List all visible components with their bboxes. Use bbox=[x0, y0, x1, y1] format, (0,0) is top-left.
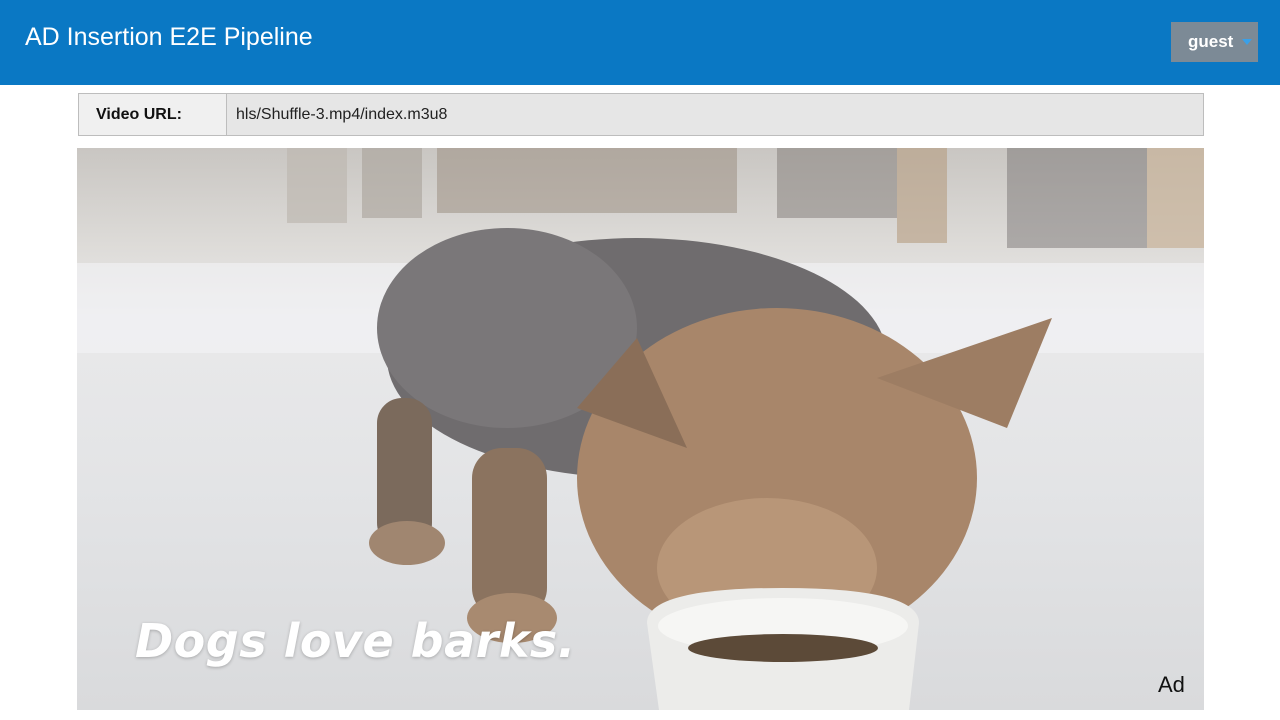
video-url-input[interactable] bbox=[227, 94, 1203, 135]
video-url-label: Video URL: bbox=[79, 94, 227, 135]
user-name-label: guest bbox=[1188, 32, 1234, 51]
video-url-row: Video URL: bbox=[78, 93, 1204, 136]
video-caption: Dogs love barks. bbox=[135, 614, 576, 668]
chevron-down-icon bbox=[1242, 39, 1252, 45]
header-bar: AD Insertion E2E Pipeline guest bbox=[0, 0, 1280, 85]
ad-badge: Ad bbox=[1158, 672, 1185, 697]
app-title: AD Insertion E2E Pipeline bbox=[25, 23, 313, 51]
user-menu-button[interactable]: guest bbox=[1171, 22, 1258, 62]
video-player[interactable]: Dogs love barks. Ad bbox=[77, 148, 1204, 710]
